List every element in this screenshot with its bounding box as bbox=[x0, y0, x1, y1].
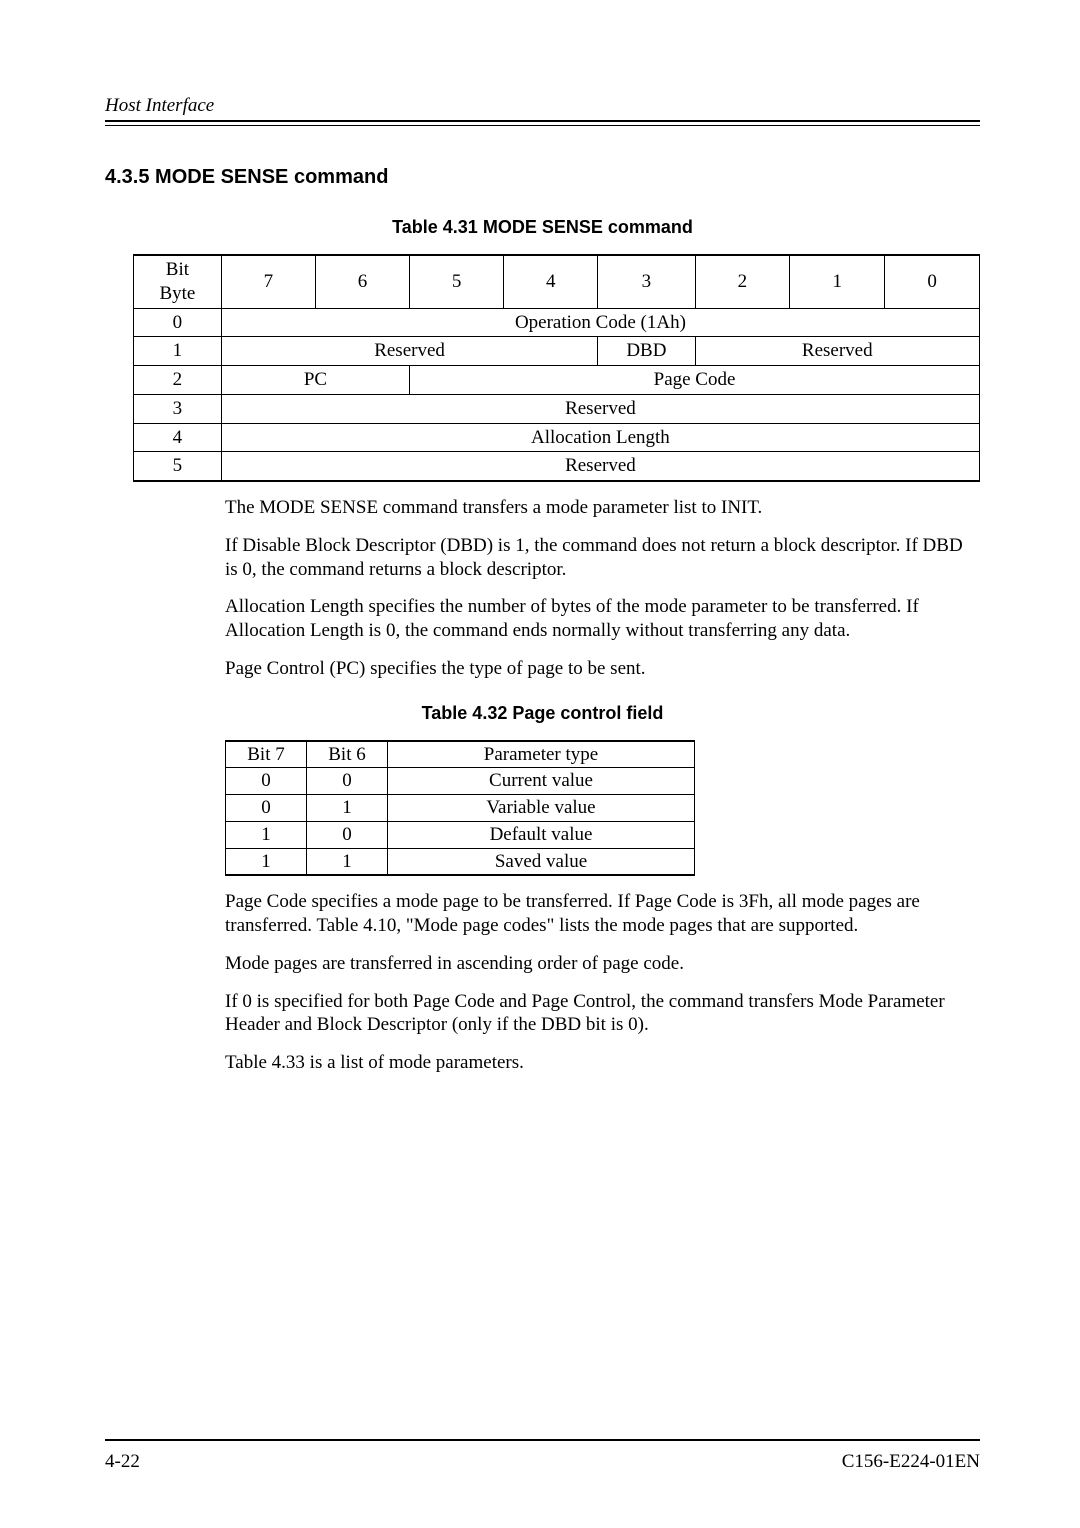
cell: 1 bbox=[307, 848, 388, 875]
bit-col: 4 bbox=[504, 255, 598, 308]
cell: Saved value bbox=[388, 848, 695, 875]
byte-index: 1 bbox=[134, 337, 222, 366]
table1-caption: Table 4.31 MODE SENSE command bbox=[105, 217, 980, 238]
section-heading: 4.3.5 MODE SENSE command bbox=[105, 166, 980, 189]
para-3: Allocation Length specifies the number o… bbox=[225, 595, 975, 643]
cell: 1 bbox=[226, 821, 307, 848]
para-5: Page Code specifies a mode page to be tr… bbox=[225, 890, 975, 938]
cell: Default value bbox=[388, 821, 695, 848]
doc-id: C156-E224-01EN bbox=[842, 1451, 980, 1473]
running-header: Host Interface bbox=[105, 95, 980, 126]
bit-col: 5 bbox=[410, 255, 504, 308]
bit-col: 3 bbox=[598, 255, 695, 308]
cell: Reserved bbox=[221, 452, 979, 481]
col-header: Bit 7 bbox=[226, 741, 307, 768]
footer-row: 4-22 C156-E224-01EN bbox=[105, 1451, 980, 1473]
cell: Current value bbox=[388, 768, 695, 795]
cell: PC bbox=[221, 366, 409, 395]
cell: Allocation Length bbox=[221, 423, 979, 452]
cell: Variable value bbox=[388, 795, 695, 822]
cell: 1 bbox=[307, 795, 388, 822]
cell: Operation Code (1Ah) bbox=[221, 308, 979, 337]
cell: 0 bbox=[226, 795, 307, 822]
mode-sense-table: BitByte765432100Operation Code (1Ah)1Res… bbox=[133, 254, 980, 482]
para-2: If Disable Block Descriptor (DBD) is 1, … bbox=[225, 534, 975, 582]
byte-index: 3 bbox=[134, 394, 222, 423]
table1-wrap: BitByte765432100Operation Code (1Ah)1Res… bbox=[105, 254, 980, 482]
para-4: Page Control (PC) specifies the type of … bbox=[225, 657, 975, 681]
cell: Reserved bbox=[221, 337, 597, 366]
para-6: Mode pages are transferred in ascending … bbox=[225, 952, 975, 976]
footer: 4-22 C156-E224-01EN bbox=[105, 1439, 980, 1473]
page-container: Host Interface 4.3.5 MODE SENSE command … bbox=[0, 0, 1080, 1528]
page-control-table: Bit 7Bit 6Parameter type00Current value0… bbox=[225, 740, 695, 877]
byte-index: 4 bbox=[134, 423, 222, 452]
cell: DBD bbox=[598, 337, 695, 366]
footer-rule bbox=[105, 1439, 980, 1441]
page-number: 4-22 bbox=[105, 1451, 140, 1473]
cell: 0 bbox=[226, 768, 307, 795]
bit-col: 6 bbox=[315, 255, 409, 308]
bit-byte-header: BitByte bbox=[134, 255, 222, 308]
table2-caption: Table 4.32 Page control field bbox=[105, 703, 980, 724]
cell: 0 bbox=[307, 821, 388, 848]
table2-wrap: Bit 7Bit 6Parameter type00Current value0… bbox=[225, 740, 695, 877]
para-1: The MODE SENSE command transfers a mode … bbox=[225, 496, 975, 520]
cell: Reserved bbox=[695, 337, 979, 366]
cell: Reserved bbox=[221, 394, 979, 423]
cell: 0 bbox=[307, 768, 388, 795]
para-7: If 0 is specified for both Page Code and… bbox=[225, 990, 975, 1038]
header-rule bbox=[105, 125, 980, 126]
para-8: Table 4.33 is a list of mode parameters. bbox=[225, 1051, 975, 1075]
header-title: Host Interface bbox=[105, 95, 980, 122]
bit-col: 1 bbox=[790, 255, 885, 308]
col-header: Parameter type bbox=[388, 741, 695, 768]
cell: Page Code bbox=[410, 366, 980, 395]
bit-col: 0 bbox=[885, 255, 980, 308]
bit-col: 7 bbox=[221, 255, 315, 308]
byte-index: 2 bbox=[134, 366, 222, 395]
byte-index: 0 bbox=[134, 308, 222, 337]
cell: 1 bbox=[226, 848, 307, 875]
col-header: Bit 6 bbox=[307, 741, 388, 768]
bit-col: 2 bbox=[695, 255, 790, 308]
byte-index: 5 bbox=[134, 452, 222, 481]
